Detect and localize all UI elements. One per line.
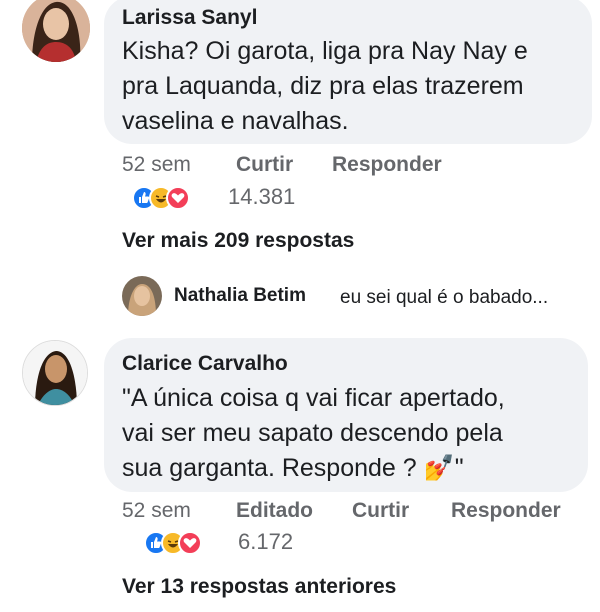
avatar-larissa[interactable]: [22, 0, 90, 62]
view-more-replies-link[interactable]: Ver mais 209 respostas: [122, 229, 354, 253]
comment-text-line: vai ser meu sapato descendo pela: [122, 419, 503, 447]
reply-author[interactable]: Nathalia Betim: [174, 285, 306, 307]
love-icon: [166, 186, 190, 210]
reactions-summary[interactable]: 6.172: [144, 529, 314, 555]
reply-button[interactable]: Responder: [332, 153, 442, 177]
comment-text-line: Kisha? Oi garota, liga pra Nay Nay e: [122, 37, 528, 65]
avatar-clarice[interactable]: [22, 340, 88, 406]
view-previous-replies-link[interactable]: Ver 13 respostas anteriores: [122, 575, 396, 599]
comment-timestamp[interactable]: 52 sem: [122, 499, 191, 523]
love-icon: [178, 531, 202, 555]
avatar-nathalia[interactable]: [122, 276, 162, 316]
comment-text-line: sua garganta. Responde ? 💅": [122, 454, 464, 482]
reply-button[interactable]: Responder: [451, 499, 561, 523]
comment-author[interactable]: Larissa Sanyl: [122, 6, 257, 30]
reaction-count: 6.172: [238, 529, 294, 554]
reply-snippet[interactable]: eu sei qual é o babado...: [340, 287, 548, 309]
comment-author[interactable]: Clarice Carvalho: [122, 352, 288, 376]
like-button[interactable]: Curtir: [236, 153, 293, 177]
comment-text-line: "A única coisa q vai ficar apertado,: [122, 384, 505, 412]
comment-timestamp[interactable]: 52 sem: [122, 153, 191, 177]
comment-text-line: vaselina e navalhas.: [122, 107, 349, 135]
edited-label[interactable]: Editado: [236, 499, 313, 523]
like-button[interactable]: Curtir: [352, 499, 409, 523]
reaction-count: 14.381: [228, 184, 296, 209]
comment-text-line: pra Laquanda, diz pra elas trazerem: [122, 72, 524, 100]
reactions-summary[interactable]: 14.381: [132, 184, 302, 210]
